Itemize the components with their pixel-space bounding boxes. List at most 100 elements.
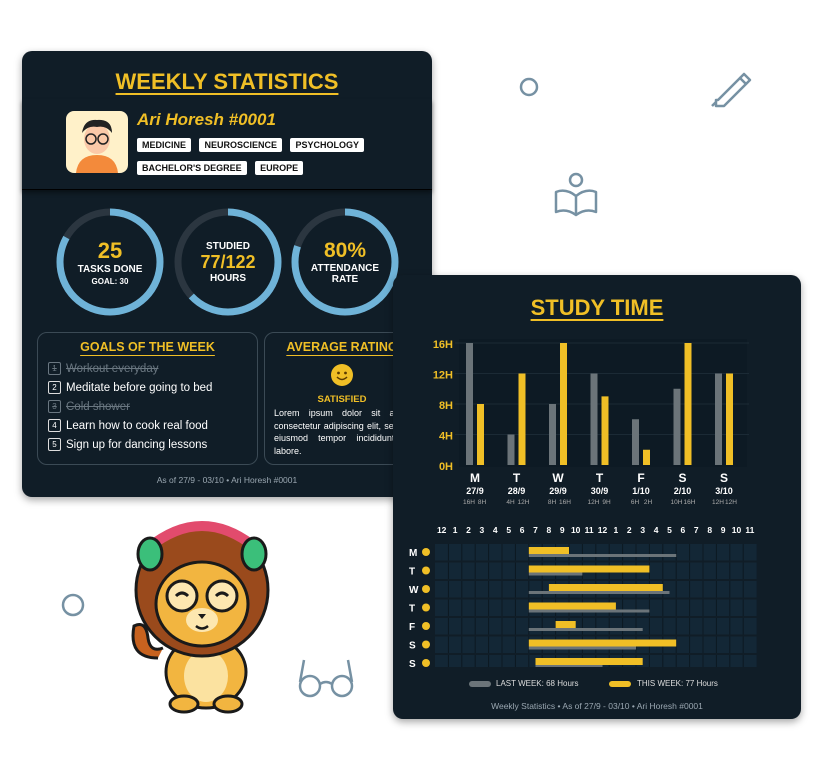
lion-mascot xyxy=(131,521,270,714)
timeline-bar-last-week xyxy=(528,646,636,650)
goal-item: 4 Learn how to cook real food xyxy=(48,419,253,432)
x-day-label: T xyxy=(513,471,521,485)
rating-text: Lorem ipsum dolor sit amet, consectetur … xyxy=(274,408,412,456)
tag: PSYCHOLOGY xyxy=(290,138,364,152)
y-tick-label: 16H xyxy=(433,339,453,351)
bar-value-label: 8H xyxy=(478,499,487,506)
legend-this-label: THIS WEEK: 77 Hours xyxy=(637,679,718,688)
smiley-icon xyxy=(422,548,430,556)
y-tick-label: 8H xyxy=(439,400,453,412)
bar-value-label: 2H xyxy=(644,499,653,506)
hour-label: 12 xyxy=(598,525,608,535)
timeline-bar-last-week xyxy=(535,665,603,667)
tasks-ring: 25 TASKS DONE GOAL: 30 xyxy=(55,207,165,317)
bar-value-label: 16H xyxy=(463,499,475,506)
timeline-bar-last-week xyxy=(528,572,583,576)
timeline-day-label: S xyxy=(409,641,416,652)
timeline-day-label: W xyxy=(409,585,419,596)
x-day-label: W xyxy=(552,471,564,485)
hour-label: 6 xyxy=(520,525,525,535)
bar-last-week xyxy=(466,343,473,465)
timeline-bar-last-week xyxy=(528,609,650,613)
tasks-value: 25 xyxy=(97,238,123,263)
bar-last-week xyxy=(673,388,681,465)
timeline-bar-this-week xyxy=(528,565,650,573)
hour-label: 10 xyxy=(732,525,742,535)
timeline-bar-last-week xyxy=(528,591,670,594)
goals-title: GOALS OF THE WEEK xyxy=(80,340,215,354)
goal-list: 1 Workout everyday 2 Meditate before going… xyxy=(48,362,253,457)
tag: NEUROSCIENCE xyxy=(199,138,282,152)
bar-value-label: 16H xyxy=(559,499,571,506)
hour-label: 1 xyxy=(453,525,458,535)
hour-label: 10 xyxy=(571,525,581,535)
reading-icon xyxy=(554,172,598,217)
glasses-icon xyxy=(298,659,354,698)
hours-top: STUDIED xyxy=(206,240,250,252)
timeline-bar-this-week xyxy=(528,602,616,610)
y-tick-label: 12H xyxy=(433,370,453,382)
smiley-icon xyxy=(422,622,430,630)
x-date-label: 3/10 xyxy=(715,486,733,496)
x-date-label: 2/10 xyxy=(674,486,692,496)
x-date-label: 27/9 xyxy=(466,486,484,496)
smiley-icon xyxy=(422,659,430,667)
hour-label: 9 xyxy=(721,525,726,535)
stats-footer: As of 27/9 - 03/10 • Ari Horesh #0001 xyxy=(156,475,298,485)
tag-list: MEDICINE NEUROSCIENCE PSYCHOLOGY BACHELO… xyxy=(137,135,377,181)
hour-label: 7 xyxy=(533,525,538,535)
timeline-bar-last-week xyxy=(528,628,643,631)
study-title: STUDY TIME xyxy=(530,295,664,320)
timeline-bar-this-week xyxy=(528,547,569,554)
timeline-day-label: T xyxy=(409,604,415,615)
attendance-label-2: RATE xyxy=(331,274,359,285)
hour-label: 3 xyxy=(480,525,485,535)
timeline-day-label: S xyxy=(409,659,416,667)
goals-panel: GOALS OF THE WEEK 1 Workout everyday 2 Med… xyxy=(37,332,258,465)
avatar xyxy=(66,111,128,173)
timeline-day-label: M xyxy=(409,548,417,559)
x-date-label: 28/9 xyxy=(508,486,526,496)
tag: MEDICINE xyxy=(137,138,192,152)
hours-label: HOURS xyxy=(209,272,247,284)
goal-item: 2 Meditate before going to bed xyxy=(48,381,253,394)
study-time-card: STUDY TIME 0H 4H 8H 12H 16H M 27/9 16H 8H T 28/9 4H… xyxy=(393,275,801,719)
hour-label: 11 xyxy=(585,525,594,535)
x-date-label: 1/10 xyxy=(632,486,650,496)
bar-value-label: 8H xyxy=(548,499,557,506)
study-timeline: 12 1 2 3 4 5 6 7 8 9 10 11 12 1 2 3 4 5 6 7 8 9 10 11MTWTFSS xyxy=(409,525,757,667)
bar-this-week xyxy=(684,343,692,465)
goal-item: 5 Sign up for dancing lessons xyxy=(48,438,253,451)
bar-value-label: 12H xyxy=(518,499,530,506)
hour-label: 3 xyxy=(640,525,645,535)
hour-label: 6 xyxy=(681,525,686,535)
attendance-ring: 80% ATTENDANCE RATE xyxy=(290,207,400,317)
timeline-day-label: T xyxy=(409,567,415,578)
legend-last-label: LAST WEEK: 68 Hours xyxy=(496,679,579,688)
y-tick-label: 4H xyxy=(439,431,453,443)
hour-label: 8 xyxy=(707,525,712,535)
bar-this-week xyxy=(518,373,526,465)
bar-last-week xyxy=(549,404,556,465)
hour-label: 9 xyxy=(560,525,565,535)
bar-last-week xyxy=(590,373,598,465)
hour-label: 1 xyxy=(614,525,619,535)
hour-label: 4 xyxy=(493,525,498,535)
bar-value-label: 12H xyxy=(712,499,724,506)
smiley-icon xyxy=(422,566,430,575)
bar-value-label: 4H xyxy=(506,499,515,506)
attendance-label: ATTENDANCE xyxy=(310,263,380,274)
pen-icon xyxy=(711,72,752,108)
profile: Ari Horesh #0001 MEDICINE NEUROSCIENCE P… xyxy=(22,99,432,190)
hour-label: 11 xyxy=(745,525,754,535)
bar-last-week xyxy=(507,434,515,465)
bar-this-week xyxy=(601,396,609,465)
bar-this-week xyxy=(726,373,733,465)
timeline-bar-this-week xyxy=(548,584,663,591)
timeline-bar-this-week xyxy=(528,639,677,647)
x-date-label: 30/9 xyxy=(591,486,609,496)
hour-label: 2 xyxy=(627,525,632,535)
bar-last-week xyxy=(632,419,639,465)
bar-value-label: 10H xyxy=(671,499,683,506)
smiley-icon xyxy=(331,364,353,386)
